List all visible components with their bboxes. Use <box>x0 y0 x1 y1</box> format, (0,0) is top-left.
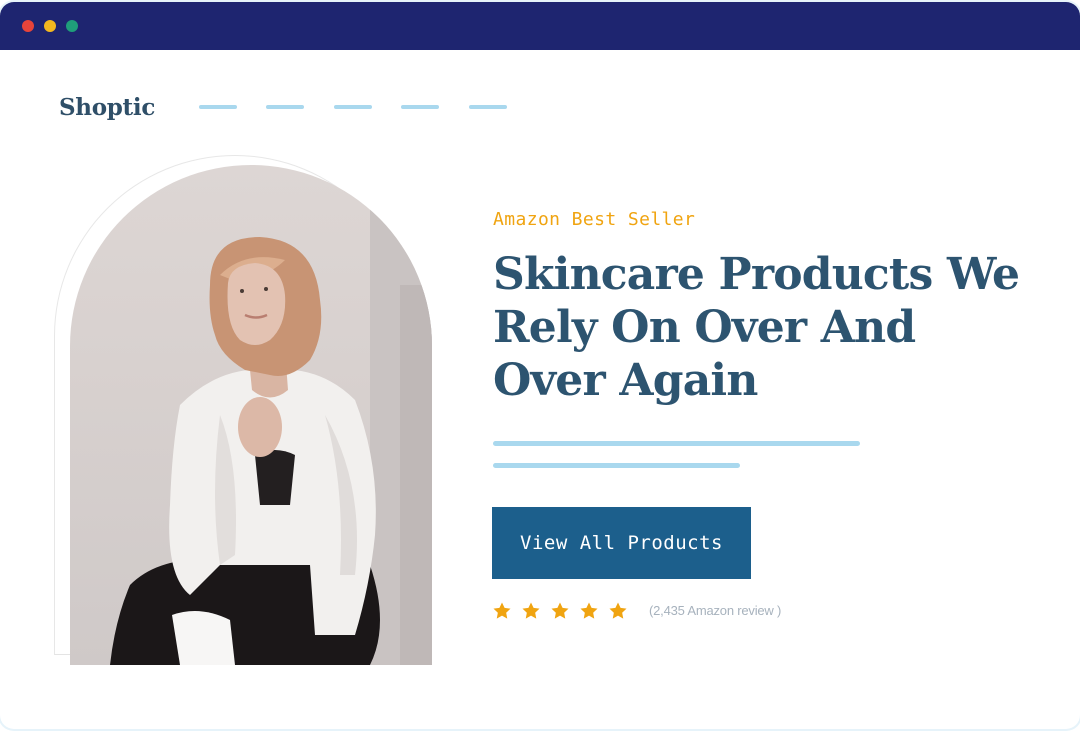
close-window-button[interactable] <box>22 20 34 32</box>
maximize-window-button[interactable] <box>66 20 78 32</box>
hero-headline: Skincare Products We Rely On Over And Ov… <box>493 249 1020 406</box>
text-placeholder-line-2 <box>493 463 740 468</box>
star-icon <box>551 602 569 619</box>
nav-item-2-placeholder[interactable] <box>266 105 304 109</box>
browser-window: Shoptic Amazon Best Seller Skincare Prod… <box>0 2 1080 729</box>
nav-item-5-placeholder[interactable] <box>469 105 507 109</box>
nav-item-1-placeholder[interactable] <box>199 105 237 109</box>
view-all-products-button[interactable]: View All Products <box>492 507 751 579</box>
star-icon <box>580 602 598 619</box>
star-rating <box>492 601 628 621</box>
star-icon <box>522 602 540 619</box>
woman-portrait-illustration <box>110 165 432 665</box>
nav-item-3-placeholder[interactable] <box>334 105 372 109</box>
star-icon <box>493 602 511 619</box>
text-placeholder-line-1 <box>493 441 860 446</box>
hero-image <box>70 165 432 665</box>
review-count[interactable]: (2,435 Amazon review ) <box>649 603 781 618</box>
site-logo[interactable]: Shoptic <box>59 94 155 121</box>
star-icon <box>609 602 627 619</box>
minimize-window-button[interactable] <box>44 20 56 32</box>
eyebrow-label: Amazon Best Seller <box>493 209 696 230</box>
title-bar <box>0 2 1080 50</box>
nav-item-4-placeholder[interactable] <box>401 105 439 109</box>
